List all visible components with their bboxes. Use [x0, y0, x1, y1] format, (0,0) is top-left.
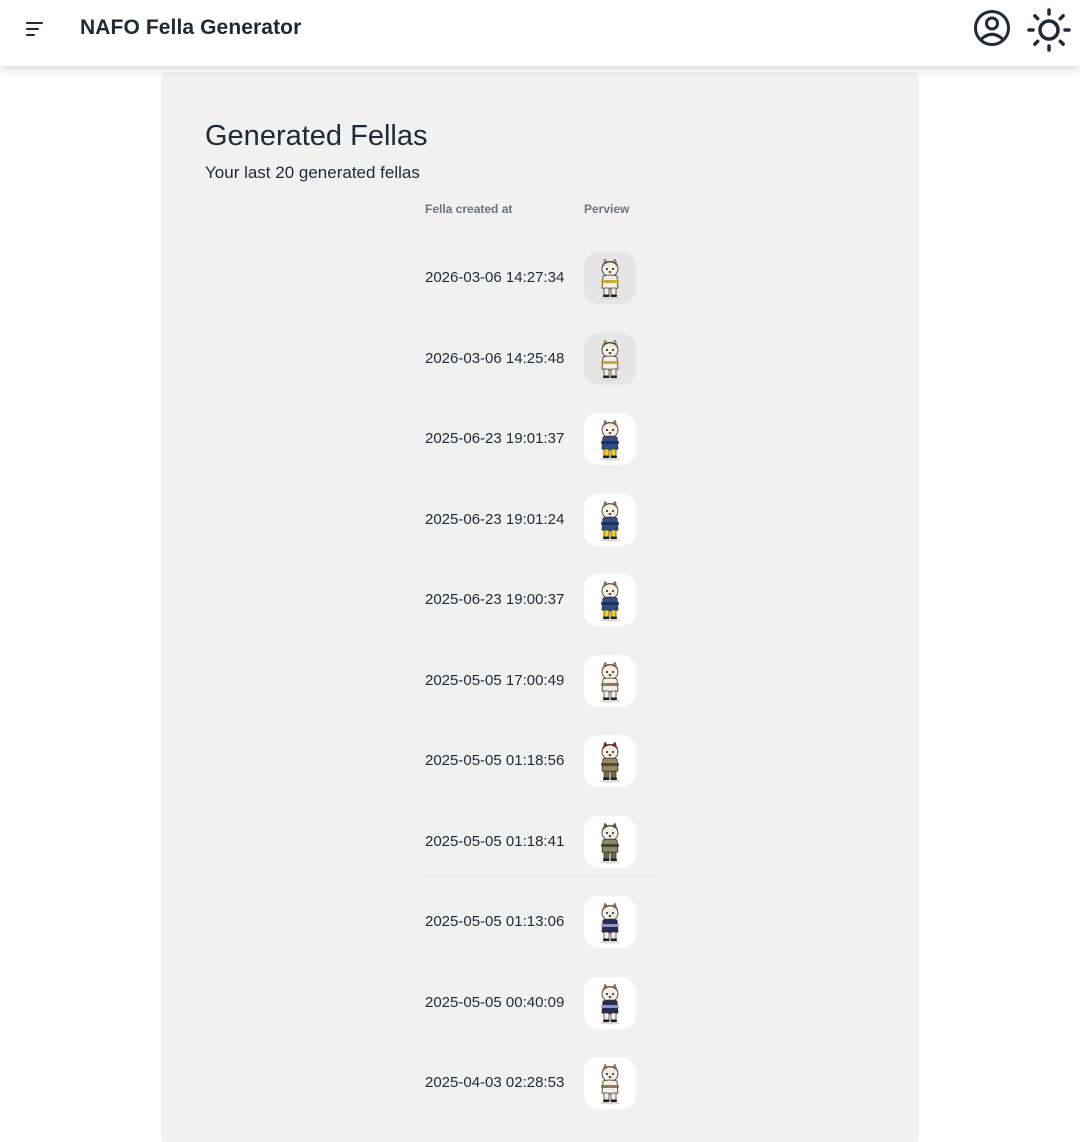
table-row: 2025-06-23 19:01:37	[423, 397, 659, 478]
fella-preview-thumbnail[interactable]	[584, 896, 636, 948]
menu-icon	[26, 22, 43, 36]
fella-preview-thumbnail[interactable]	[584, 574, 636, 626]
app-title: NAFO Fella Generator	[80, 16, 302, 39]
created-at-cell: 2025-04-03 02:28:53	[425, 1074, 565, 1091]
table-row: 2025-05-05 01:18:41	[423, 800, 663, 880]
table-row: 2025-06-23 19:01:24	[423, 478, 659, 559]
created-at-cell: 2025-05-05 00:40:09	[425, 993, 565, 1011]
fella-preview-thumbnail[interactable]	[584, 493, 636, 546]
fella-preview-thumbnail[interactable]	[584, 1057, 636, 1109]
created-at-cell: 2025-05-05 17:00:49	[425, 671, 565, 689]
table-row: 2025-05-05 17:00:49	[423, 639, 659, 720]
theme-toggle-button[interactable]	[1027, 8, 1071, 52]
fella-preview-thumbnail[interactable]	[584, 976, 636, 1029]
column-header-created-at: Fella created at	[425, 202, 513, 216]
table-row: 2025-04-03 02:28:53	[423, 1041, 659, 1122]
created-at-cell: 2025-06-23 19:01:24	[425, 510, 565, 528]
created-at-cell: 2025-05-05 01:18:41	[425, 832, 565, 850]
table-body: 2026-03-06 14:27:34 2026-03-06 14:25:48	[423, 236, 663, 1122]
table-row: 2026-03-06 14:25:48	[423, 317, 659, 398]
fella-preview-thumbnail[interactable]	[584, 252, 636, 304]
created-at-cell: 2025-06-23 19:00:37	[425, 591, 565, 608]
table-row: 2026-03-06 14:27:34	[423, 236, 659, 317]
created-at-cell: 2025-05-05 01:13:06	[425, 913, 565, 930]
sun-icon	[1027, 8, 1071, 52]
app-bar: NAFO Fella Generator	[0, 0, 1080, 66]
page-subtitle: Your last 20 generated fellas	[205, 163, 420, 182]
page-title: Generated Fellas	[205, 120, 428, 152]
table-row: 2025-05-05 01:13:06	[423, 880, 659, 961]
account-circle-icon	[974, 10, 1010, 46]
table-row: 2025-05-05 01:18:56	[423, 719, 659, 800]
account-button[interactable]	[970, 8, 1014, 52]
created-at-cell: 2026-03-06 14:27:34	[425, 269, 565, 286]
fella-preview-thumbnail[interactable]	[584, 413, 636, 465]
table-row: 2025-06-23 19:00:37	[423, 558, 659, 639]
column-header-preview: Perview	[584, 202, 630, 216]
generated-fellas-card: Generated Fellas Your last 20 generated …	[161, 72, 919, 1142]
table-row: 2025-05-05 00:40:09	[423, 961, 659, 1042]
created-at-cell: 2025-06-23 19:01:37	[425, 430, 565, 447]
fella-preview-thumbnail[interactable]	[584, 332, 636, 385]
fella-preview-thumbnail[interactable]	[584, 735, 636, 787]
created-at-cell: 2025-05-05 01:18:56	[425, 752, 565, 769]
created-at-cell: 2026-03-06 14:25:48	[425, 349, 565, 367]
menu-button[interactable]	[18, 14, 54, 44]
fella-preview-thumbnail[interactable]	[584, 654, 636, 707]
fella-preview-thumbnail[interactable]	[584, 815, 636, 868]
